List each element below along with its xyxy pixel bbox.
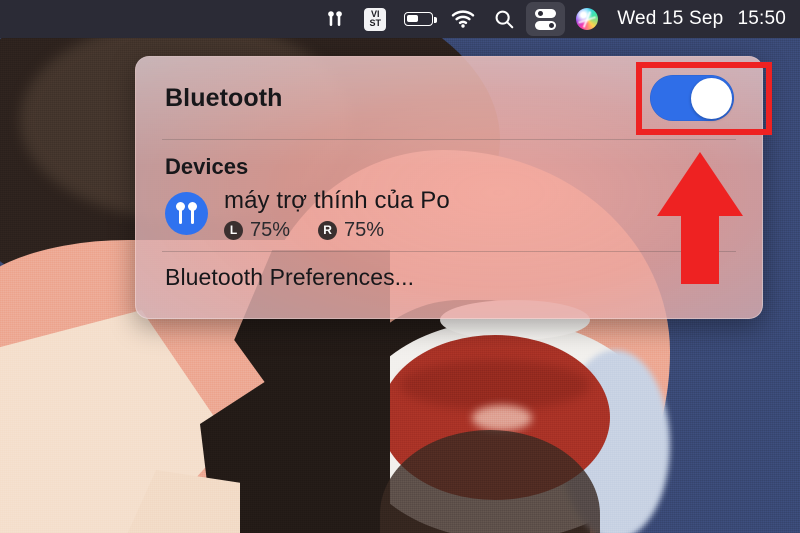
wifi-icon[interactable]: [442, 0, 484, 38]
input-source-line-2: ST: [369, 18, 381, 28]
menu-bar: VI ST Wed 15 Sep 15:50: [0, 0, 800, 38]
right-side-badge: R: [318, 220, 338, 240]
menu-bar-status-items: VI ST Wed 15 Sep 15:50: [315, 0, 800, 38]
airpods-icon: [165, 192, 208, 235]
clock-time: 15:50: [737, 8, 786, 29]
device-info: máy trợ thính của Po L 75% R 75%: [224, 186, 450, 243]
airpods-status-icon[interactable]: [315, 0, 355, 38]
right-battery-level: 75%: [344, 219, 385, 241]
siri-icon[interactable]: [567, 0, 607, 38]
macos-desktop-screen: VI ST Wed 15 Sep 15:50 Bluetooth Devices…: [0, 0, 800, 533]
menu-bar-clock[interactable]: Wed 15 Sep 15:50: [607, 8, 800, 30]
left-side-badge: L: [224, 220, 243, 240]
clock-date: Wed 15 Sep: [617, 8, 724, 29]
spotlight-search-icon[interactable]: [484, 0, 524, 38]
device-name: máy trợ thính của Po: [224, 187, 450, 214]
bluetooth-preferences-label: Bluetooth Preferences...: [165, 264, 415, 290]
annotation-highlight-rectangle: [636, 62, 772, 135]
panel-title: Bluetooth: [165, 83, 283, 112]
battery-icon[interactable]: [395, 0, 442, 38]
annotation-arrow-up-icon: [657, 152, 743, 284]
control-center-icon[interactable]: [526, 2, 566, 36]
left-battery-level: 75%: [250, 219, 291, 241]
device-battery-levels: L 75% R 75%: [224, 217, 450, 243]
input-source-badge[interactable]: VI ST: [355, 0, 395, 38]
